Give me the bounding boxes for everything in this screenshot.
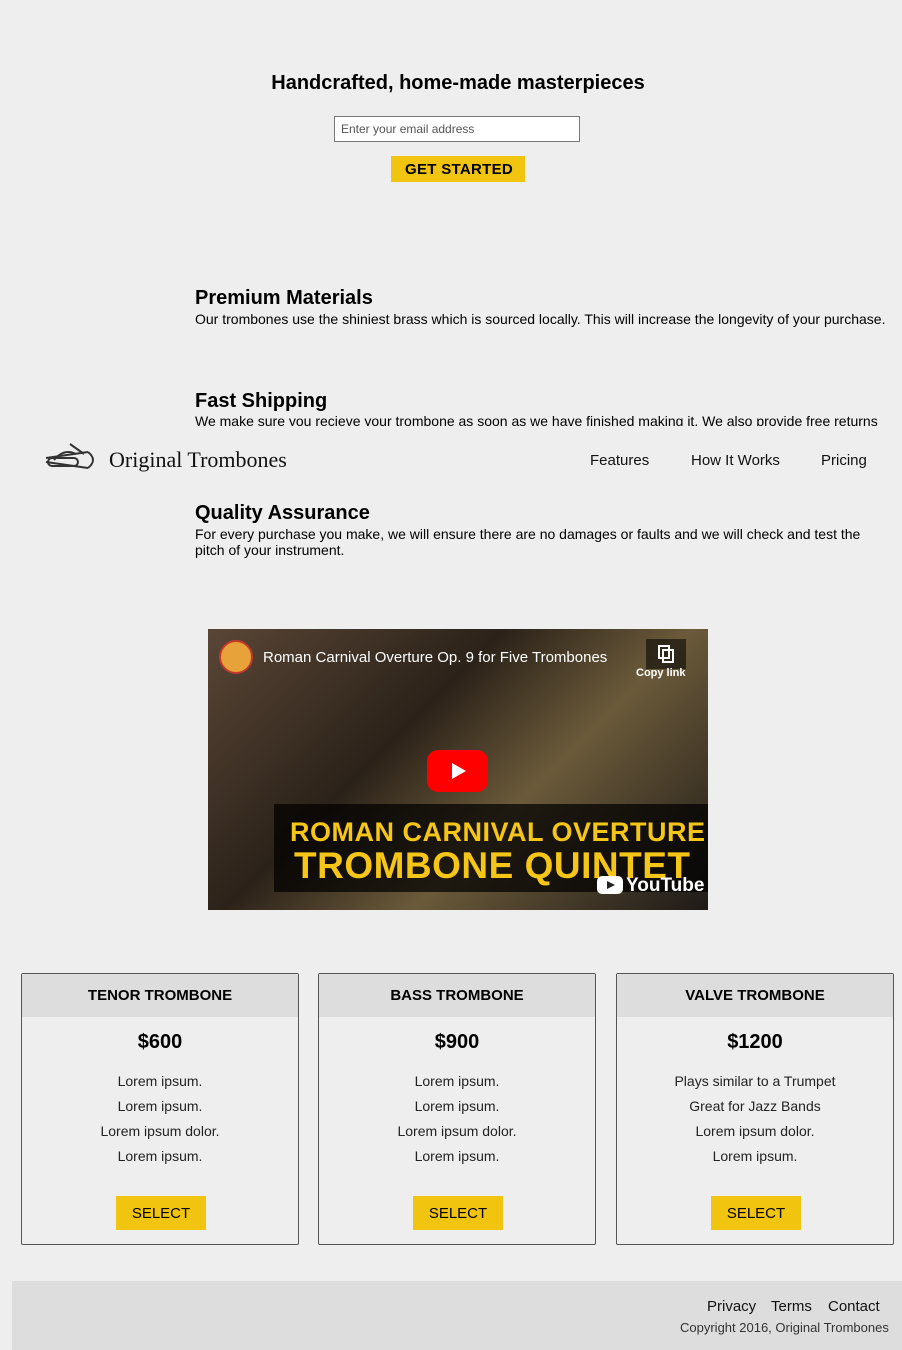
email-input[interactable] — [334, 116, 580, 142]
nav-features[interactable]: Features — [590, 452, 649, 469]
feature-text: Our trombones use the shiniest brass whi… — [195, 311, 886, 327]
brand-name[interactable]: Original Trombones — [109, 447, 287, 473]
play-button[interactable] — [427, 750, 488, 792]
copy-link-icon[interactable] — [646, 639, 686, 669]
plan-price: $600 — [137, 1031, 183, 1053]
footer-contact-link[interactable]: Contact — [828, 1298, 880, 1315]
banner-line-1: ROMAN CARNIVAL OVERTURE — [290, 817, 706, 847]
feature-fast-shipping: Fast Shipping We make sure you recieve y… — [195, 388, 902, 426]
site-footer — [12, 1281, 902, 1350]
copyright-text: Copyright 2016, Original Trombones — [680, 1320, 889, 1335]
plan-feature: Lorem ipsum dolor. — [397, 1123, 517, 1139]
video-player[interactable]: Roman Carnival Overture Op. 9 for Five T… — [208, 629, 708, 910]
plan-name: BASS TROMBONE — [319, 974, 595, 1017]
plan-name: TENOR TROMBONE — [22, 974, 298, 1017]
footer-privacy-link[interactable]: Privacy — [707, 1298, 756, 1315]
play-icon — [452, 763, 466, 779]
video-title[interactable]: Roman Carnival Overture Op. 9 for Five T… — [263, 649, 607, 666]
footer-terms-link[interactable]: Terms — [771, 1298, 812, 1315]
plan-feature: Lorem ipsum. — [117, 1098, 203, 1114]
youtube-logo[interactable]: YouTube — [597, 875, 704, 897]
hero-title: Handcrafted, home-made masterpieces — [271, 72, 645, 94]
feature-text: pitch of your instrument. — [195, 542, 345, 558]
plan-feature: Lorem ipsum. — [117, 1148, 203, 1164]
trombone-icon — [45, 443, 94, 469]
plan-feature: Lorem ipsum. — [414, 1148, 500, 1164]
plan-price: $900 — [434, 1031, 480, 1053]
pricing-card-tenor: TENOR TROMBONE $600 Lorem ipsum. Lorem i… — [21, 973, 299, 1245]
nav-pricing[interactable]: Pricing — [821, 452, 867, 469]
plan-feature: Lorem ipsum. — [414, 1073, 500, 1089]
plan-price: $1200 — [727, 1031, 783, 1053]
plan-feature: Lorem ipsum dolor. — [695, 1123, 815, 1139]
copy-link-label[interactable]: Copy link — [636, 667, 686, 679]
plan-feature: Lorem ipsum. — [414, 1098, 500, 1114]
pricing-card-bass: BASS TROMBONE $900 Lorem ipsum. Lorem ip… — [318, 973, 596, 1245]
pricing-card-valve: VALVE TROMBONE $1200 Plays similar to a … — [616, 973, 894, 1245]
plan-feature: Lorem ipsum. — [117, 1073, 203, 1089]
feature-text: We make sure you recieve your trombone a… — [195, 413, 878, 426]
plan-feature: Plays similar to a Trumpet — [674, 1073, 836, 1089]
nav-how-it-works[interactable]: How It Works — [691, 452, 780, 469]
select-button[interactable]: SELECT — [711, 1196, 801, 1230]
channel-avatar[interactable] — [219, 640, 253, 674]
feature-title: Quality Assurance — [195, 502, 370, 524]
plan-feature: Lorem ipsum. — [712, 1148, 798, 1164]
get-started-button[interactable]: GET STARTED — [391, 156, 525, 182]
plan-feature: Lorem ipsum dolor. — [100, 1123, 220, 1139]
feature-title: Premium Materials — [195, 287, 373, 309]
select-button[interactable]: SELECT — [116, 1196, 206, 1230]
feature-title: Fast Shipping — [195, 390, 328, 412]
feature-text: For every purchase you make, we will ens… — [195, 526, 861, 542]
select-button[interactable]: SELECT — [413, 1196, 503, 1230]
plan-name: VALVE TROMBONE — [617, 974, 893, 1017]
plan-feature: Great for Jazz Bands — [689, 1098, 821, 1114]
youtube-icon — [597, 876, 623, 894]
